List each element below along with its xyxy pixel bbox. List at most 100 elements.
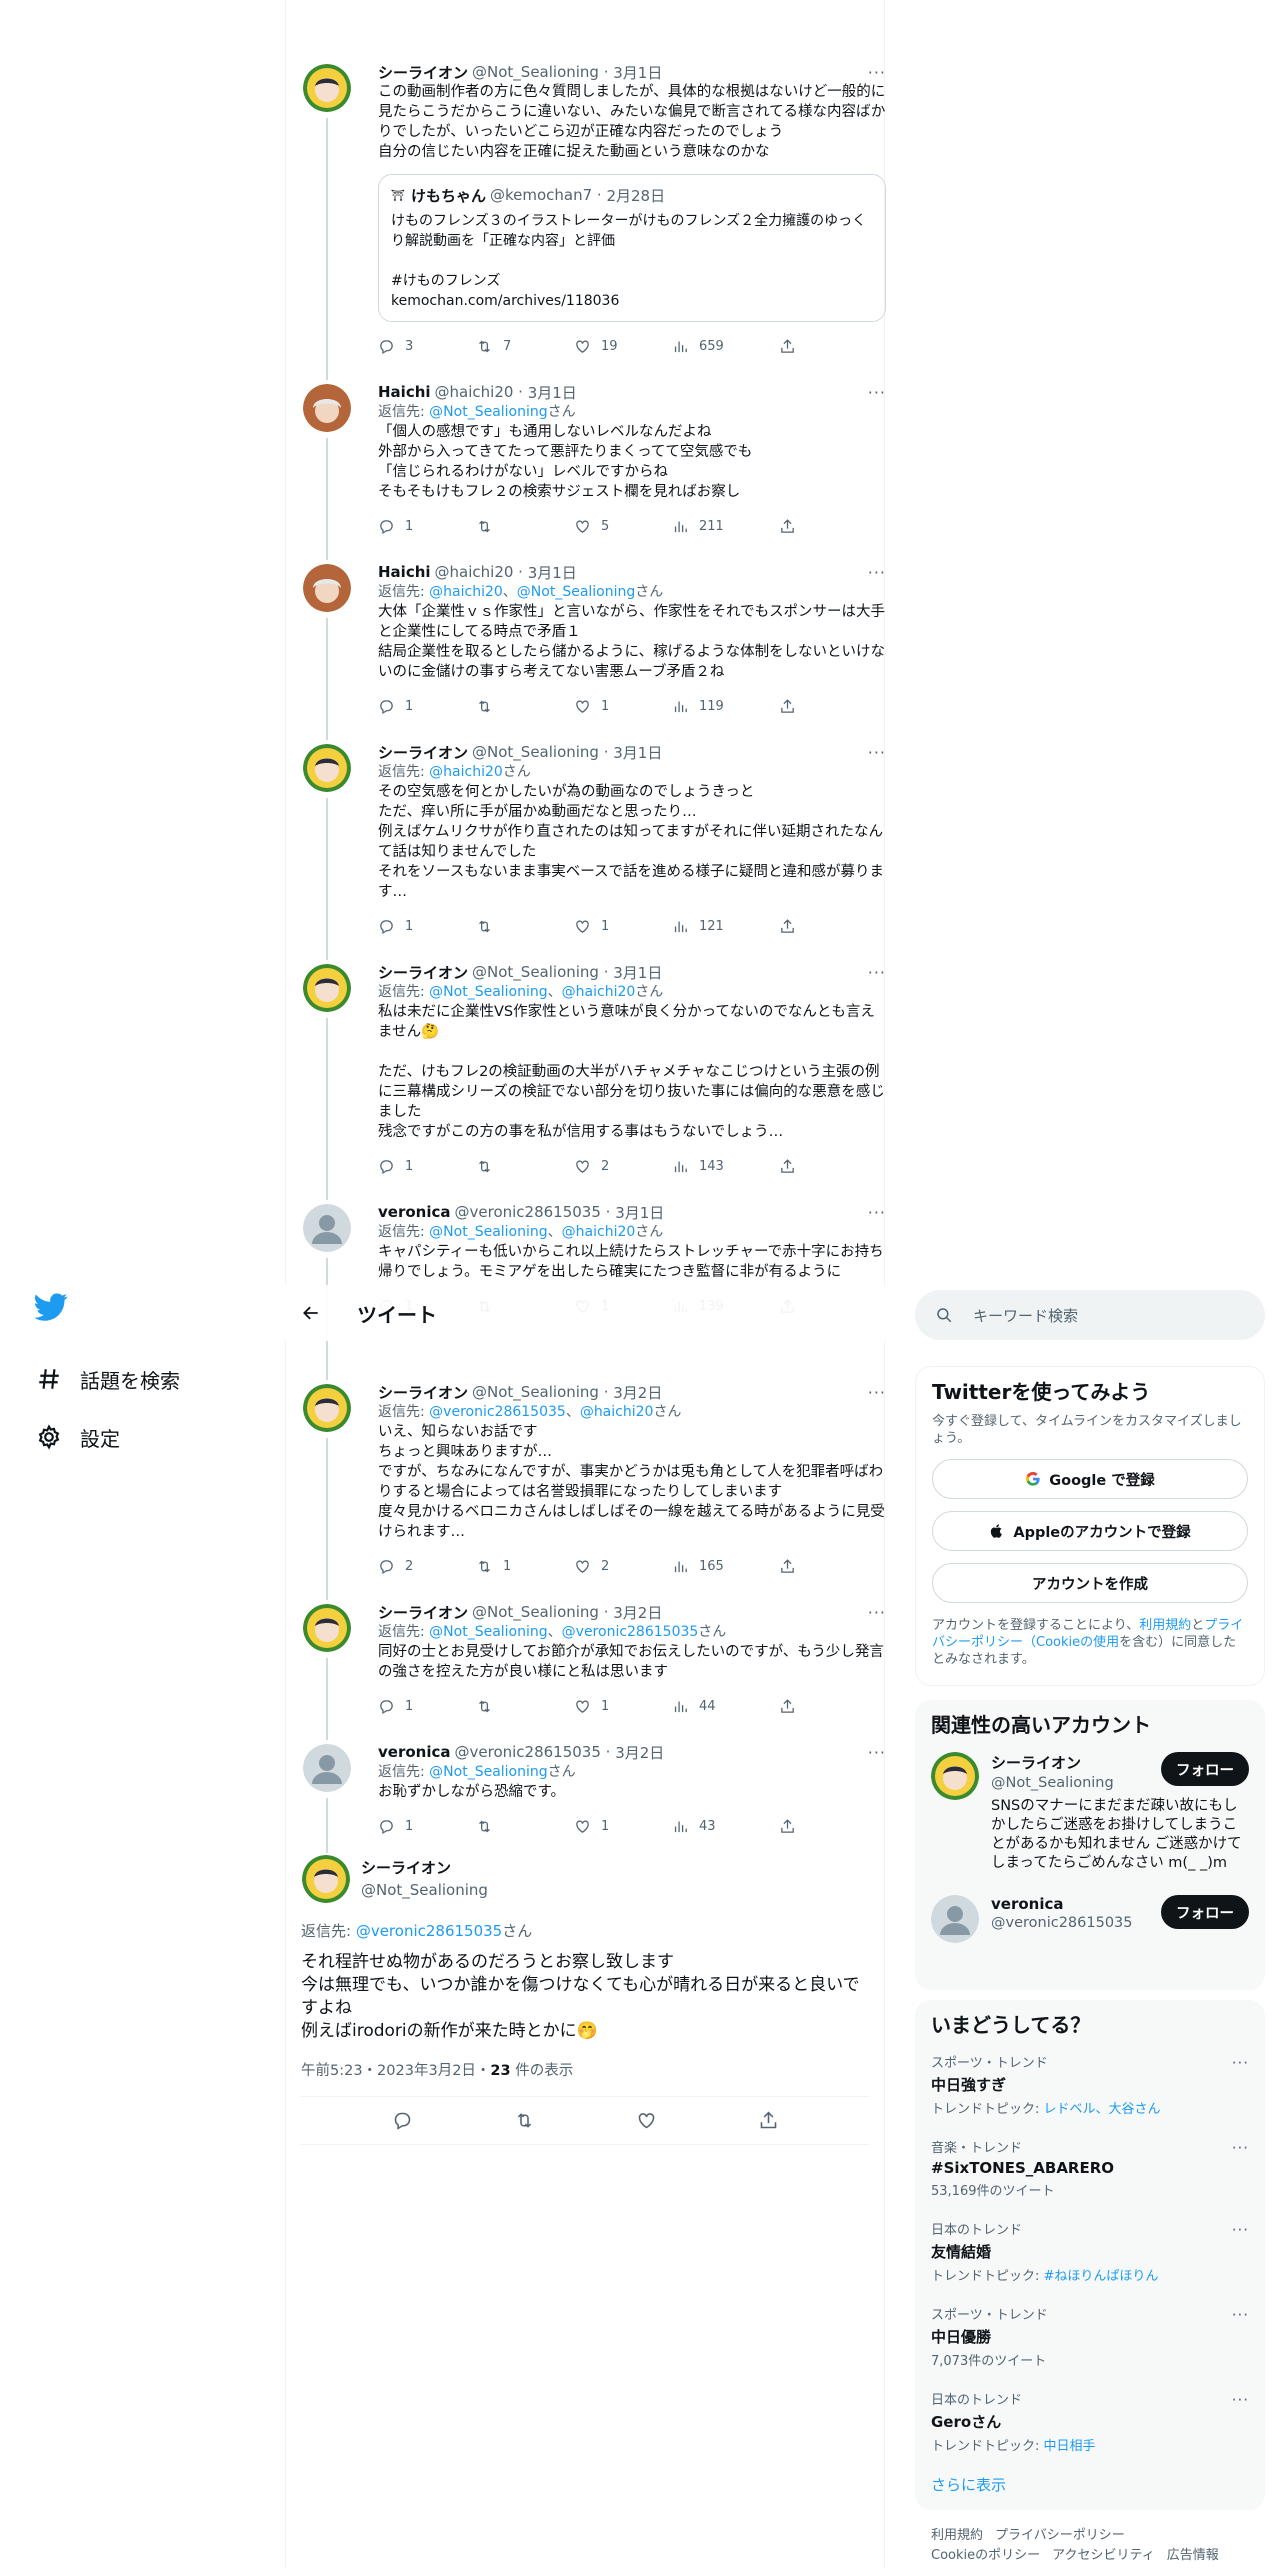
nav-settings[interactable]: 設定 [28, 1408, 278, 1466]
account-handle[interactable]: @Not_Sealioning [991, 1775, 1171, 1791]
author-handle[interactable]: @haichi20 [435, 383, 514, 401]
like-icon[interactable] [574, 338, 591, 355]
author-name[interactable]: シーライオン [378, 1382, 468, 1403]
retweet-button[interactable] [476, 1158, 574, 1175]
terms-link[interactable]: 利用規約 [1139, 1618, 1191, 1633]
author-name[interactable]: シーライオン [378, 742, 468, 763]
account-handle[interactable]: @veronic28615035 [991, 1915, 1171, 1931]
follow-button[interactable]: フォロー [1161, 1895, 1249, 1929]
retweet-icon[interactable] [476, 1698, 493, 1715]
share-icon[interactable] [779, 1698, 796, 1715]
share-button[interactable] [779, 1698, 806, 1715]
more-options-icon[interactable]: ··· [868, 563, 886, 582]
reply-user-link[interactable]: @haichi20 [562, 984, 636, 1000]
share-button[interactable] [779, 1158, 806, 1175]
like-icon[interactable] [574, 1158, 591, 1175]
retweet-icon[interactable] [476, 338, 493, 355]
views-icon[interactable] [672, 1818, 689, 1835]
trend-item[interactable]: 日本のトレンド Geroさん トレンドトピック: 中日相手 ··· [931, 2389, 1249, 2454]
like-button[interactable]: 2 [574, 1558, 672, 1575]
more-options-icon[interactable]: ··· [868, 1743, 886, 1762]
author-handle[interactable]: @veronic28615035 [455, 1203, 601, 1221]
author-handle[interactable]: @haichi20 [435, 563, 514, 581]
author-handle[interactable]: @Not_Sealioning [472, 963, 599, 981]
author-name[interactable]: Haichi [378, 563, 431, 581]
reply-icon[interactable] [378, 698, 395, 715]
like-button[interactable]: 5 [574, 518, 672, 535]
tweet[interactable]: シーライオン @Not_Sealioning · 3月1日 ··· 返信先: @hai… [286, 742, 886, 960]
like-icon[interactable] [574, 1698, 591, 1715]
views-icon[interactable] [672, 918, 689, 935]
retweet-button[interactable] [476, 918, 574, 935]
views-button[interactable]: 44 [672, 1698, 770, 1715]
share-button[interactable] [779, 518, 806, 535]
reply-button[interactable]: 1 [378, 518, 476, 535]
like-icon[interactable] [574, 698, 591, 715]
views-icon[interactable] [672, 1698, 689, 1715]
quoted-tweet[interactable]: ⛩ けもちゃん @kemochan7 · 2月28日 けものフレンズ３のイラストレータ… [378, 174, 886, 322]
reply-user-link[interactable]: @haichi20 [562, 1224, 636, 1240]
tweet[interactable]: シーライオン @Not_Sealioning · 3月2日 ··· 返信先: @ver… [286, 1382, 886, 1600]
avatar[interactable] [303, 1744, 351, 1792]
back-arrow-icon[interactable] [301, 1303, 321, 1323]
footer-cookies[interactable]: Cookieのポリシー [931, 2548, 1040, 2563]
like-icon[interactable] [574, 518, 591, 535]
retweet-icon[interactable] [476, 1818, 493, 1835]
create-account-button[interactable]: アカウントを作成 [932, 1563, 1248, 1603]
author-name[interactable]: veronica [378, 1203, 451, 1221]
tweet[interactable]: Haichi @haichi20 · 3月1日 ··· 返信先: @haichi20、… [286, 562, 886, 740]
retweet-button[interactable] [476, 698, 574, 715]
author-handle[interactable]: @veronic28615035 [455, 1743, 601, 1761]
like-button[interactable]: 1 [574, 1818, 672, 1835]
reply-button[interactable]: 2 [378, 1558, 476, 1575]
avatar[interactable] [303, 744, 351, 792]
tweet-date[interactable]: 3月2日 [615, 1742, 664, 1763]
tweet-date[interactable]: 3月1日 [528, 562, 577, 583]
trend-topic-link[interactable]: #ねほりんぱほりん [1044, 2269, 1159, 2284]
tweet-date[interactable]: 3月1日 [528, 382, 577, 403]
retweet-button[interactable] [476, 518, 574, 535]
reply-icon[interactable] [378, 1698, 395, 1715]
reply-icon[interactable] [378, 518, 395, 535]
author-name[interactable]: シーライオン [361, 1857, 488, 1878]
like-button[interactable]: 1 [574, 698, 672, 715]
share-icon[interactable] [758, 2110, 779, 2131]
views-button[interactable]: 121 [672, 918, 770, 935]
trend-item[interactable]: 日本のトレンド 友情結婚 トレンドトピック: #ねほりんぱほりん ··· [931, 2219, 1249, 2284]
reply-user-link[interactable]: @Not_Sealioning [517, 584, 635, 600]
share-icon[interactable] [779, 1158, 796, 1175]
views-button[interactable]: 143 [672, 1158, 770, 1175]
views-button[interactable]: 659 [672, 338, 770, 355]
reply-icon[interactable] [378, 1818, 395, 1835]
more-options-icon[interactable]: ··· [868, 63, 886, 82]
like-button[interactable]: 19 [574, 338, 672, 355]
search-box[interactable]: キーワード検索 [915, 1290, 1265, 1340]
more-options-icon[interactable]: ··· [1232, 2391, 1249, 2409]
reply-button[interactable]: 1 [378, 1818, 476, 1835]
retweet-icon[interactable] [476, 518, 493, 535]
reply-user-link[interactable]: @Not_Sealioning [429, 1224, 547, 1240]
twitter-logo-icon[interactable] [34, 1290, 68, 1324]
more-options-icon[interactable]: ··· [1232, 2054, 1249, 2072]
related-account[interactable]: veronica @veronic28615035 フォロー [931, 1895, 1249, 1943]
more-options-icon[interactable]: ··· [868, 383, 886, 402]
more-options-icon[interactable]: ··· [868, 1383, 886, 1402]
reply-button[interactable]: 3 [378, 338, 476, 355]
reply-button[interactable]: 1 [378, 698, 476, 715]
reply-user-link[interactable]: @Not_Sealioning [429, 1624, 547, 1640]
like-button[interactable]: 1 [574, 1698, 672, 1715]
author-name[interactable]: シーライオン [378, 1602, 468, 1623]
avatar[interactable] [303, 64, 351, 112]
author-name[interactable]: Haichi [378, 383, 431, 401]
more-options-icon[interactable]: ··· [868, 1603, 886, 1622]
trend-item[interactable]: 音楽・トレンド #SixTONES_ABARERO 53,169件のツイート ··· [931, 2137, 1249, 2199]
share-icon[interactable] [779, 698, 796, 715]
avatar[interactable] [303, 384, 351, 432]
like-icon[interactable] [574, 1558, 591, 1575]
tweet-date[interactable]: 3月2日 [613, 1382, 662, 1403]
author-handle[interactable]: @Not_Sealioning [472, 1603, 599, 1621]
avatar[interactable] [931, 1752, 979, 1800]
views-icon[interactable] [672, 518, 689, 535]
account-name[interactable]: シーライオン [991, 1752, 1171, 1773]
retweet-icon[interactable] [476, 918, 493, 935]
